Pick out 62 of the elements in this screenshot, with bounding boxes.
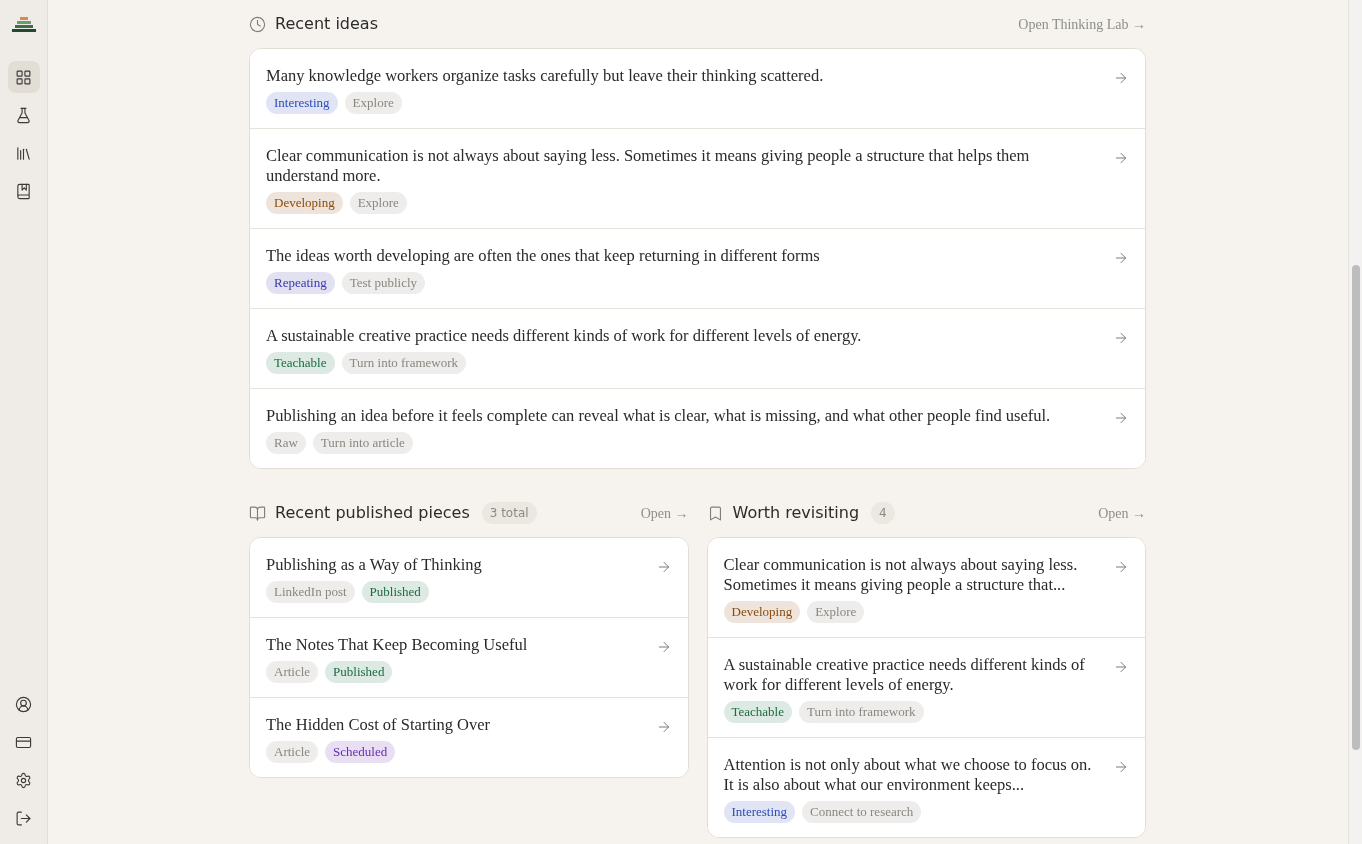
scrollbar[interactable] <box>1348 0 1362 844</box>
tag: Developing <box>266 192 343 214</box>
tag: Turn into framework <box>799 701 924 723</box>
flask-icon <box>15 106 32 124</box>
tag: Interesting <box>266 92 338 114</box>
scrollbar-thumb[interactable] <box>1351 265 1360 750</box>
arrow-icon <box>1113 70 1129 86</box>
tag: Explore <box>344 92 402 114</box>
logout-icon <box>15 809 32 827</box>
clock-icon <box>249 15 266 33</box>
tag: Raw <box>266 432 306 454</box>
tag: Turn into framework <box>341 352 467 374</box>
count-badge: 3 total <box>481 502 537 524</box>
item-title: The Hidden Cost of Starting Over <box>266 715 492 735</box>
tag: Teachable <box>723 701 792 723</box>
tag: Article <box>266 661 319 683</box>
tag: LinkedIn post <box>266 581 355 603</box>
arrow-icon <box>1113 330 1129 346</box>
section-title: Recent ideas <box>275 13 378 35</box>
notebook-icon <box>15 182 32 200</box>
arrow-icon <box>1113 150 1129 166</box>
item-title: The Notes That Keep Becoming Useful <box>266 635 529 655</box>
item-title: Publishing an idea before it feels complete can reveal what is clear, what is missing, and what other people find useful. <box>266 406 1052 426</box>
section-title: Recent published pieces <box>275 502 470 524</box>
tag: Explore <box>807 601 865 623</box>
item-title: Publishing as a Way of Thinking <box>266 555 483 575</box>
tag: Article <box>266 741 319 763</box>
arrow-icon <box>1113 759 1129 775</box>
count-badge: 4 <box>871 502 895 524</box>
tag: Published <box>361 581 429 603</box>
nav-button[interactable] <box>7 61 40 93</box>
tag: Teachable <box>266 352 335 374</box>
logo-icon <box>11 17 36 33</box>
arrow-icon <box>1113 410 1129 426</box>
item-title: A sustainable creative practice needs different kinds of work for different levels of energy. <box>723 655 1086 695</box>
user-icon <box>15 695 32 713</box>
item-title: Many knowledge workers organize tasks carefully but leave their thinking scattered. <box>266 66 825 86</box>
tag: Published <box>325 661 393 683</box>
item-title: A sustainable creative practice needs different kinds of work for different levels of energy. <box>266 326 863 346</box>
tag: Test publicly <box>341 272 426 294</box>
grid-icon <box>15 68 32 86</box>
arrow-icon <box>1113 659 1129 675</box>
tag: Connect to research <box>802 801 922 823</box>
tag: Repeating <box>266 272 335 294</box>
tag: Turn into article <box>312 432 413 454</box>
tag: Developing <box>723 601 801 623</box>
tag: Scheduled <box>325 741 396 763</box>
idea-row[interactable]: Publishing as a Way of Thinking LinkedIn post Published <box>250 538 688 618</box>
section-title: Worth revisiting <box>732 502 860 524</box>
item-title: Clear communication is not always about saying less. Sometimes it means giving people a structure that helps them understand more. <box>266 146 1031 186</box>
tag: Interesting <box>723 801 796 823</box>
idea-row[interactable]: Many knowledge workers organize tasks carefully but leave their thinking scattered. Interesting Explore <box>250 49 1145 129</box>
library-icon <box>15 144 32 162</box>
item-title: Attention is not only about what we choose to focus on. It is also about what our environment keeps... <box>723 755 1093 795</box>
settings-icon <box>15 771 32 789</box>
tag: Explore <box>349 192 407 214</box>
arrow-icon <box>1113 559 1129 575</box>
item-title: The ideas worth developing are often the ones that keep returning in different forms <box>266 246 821 266</box>
arrow-icon <box>1113 250 1129 266</box>
idea-row[interactable]: Clear communication is not always about saying less. Sometimes it means giving people a structure that... Developing Explore <box>707 538 1145 638</box>
item-title: Clear communication is not always about saying less. Sometimes it means giving people a structure that... <box>723 555 1079 595</box>
book-icon <box>249 504 266 522</box>
